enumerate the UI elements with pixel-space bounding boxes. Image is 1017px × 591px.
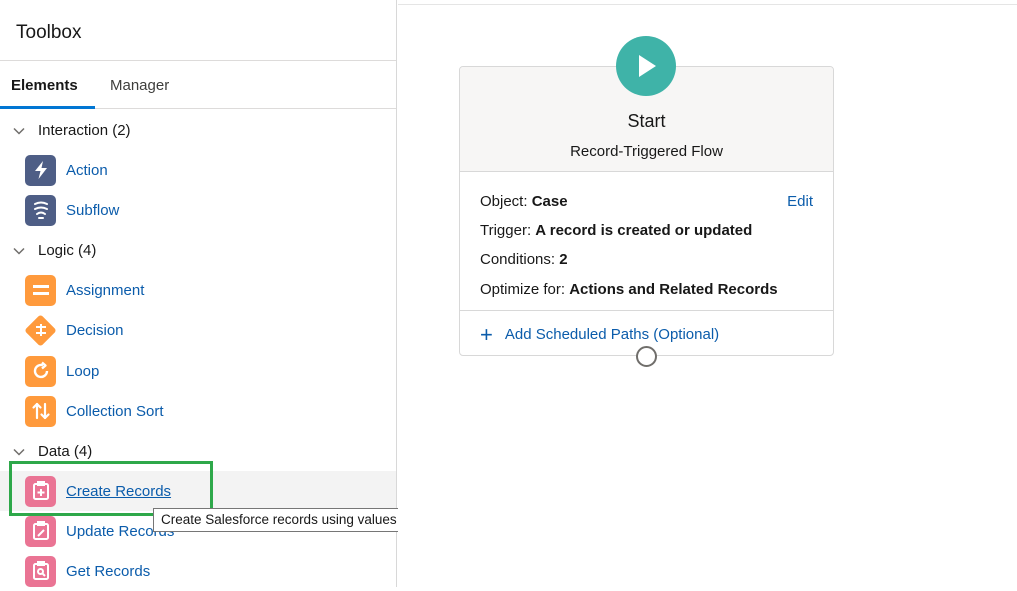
assignment-icon xyxy=(25,274,56,306)
property-label: Conditions: xyxy=(480,251,556,268)
start-play-icon xyxy=(616,36,676,96)
element-label: Assignment xyxy=(66,281,145,299)
section-logic[interactable]: Logic (4) xyxy=(12,242,96,259)
section-label: Data (4) xyxy=(38,443,93,460)
start-title: Start xyxy=(627,111,666,131)
decision-icon xyxy=(24,313,57,347)
property-value: 2 xyxy=(559,251,568,268)
property-object: Object: Case xyxy=(480,193,568,210)
get-record-icon xyxy=(25,555,56,587)
element-item-action[interactable]: Action xyxy=(0,150,396,190)
section-label: Logic (4) xyxy=(38,242,97,259)
element-label: Get Records xyxy=(66,562,151,580)
property-label: Object: xyxy=(480,193,528,210)
update-record-icon xyxy=(25,515,56,547)
chevron-down-icon xyxy=(12,445,26,459)
add-paths-label: Add Scheduled Paths (Optional) xyxy=(504,326,720,343)
divider xyxy=(460,310,833,311)
toolbox-tabs: Elements Manager xyxy=(0,61,396,109)
start-element-card[interactable]: Start Record-Triggered Flow Object: Case… xyxy=(459,66,834,356)
element-label: Action xyxy=(66,161,108,179)
section-data[interactable]: Data (4) xyxy=(12,443,92,460)
element-item-create-records[interactable]: Create Records xyxy=(0,471,396,511)
element-label: Collection Sort xyxy=(66,402,164,420)
section-interaction[interactable]: Interaction (2) xyxy=(12,122,131,139)
element-label: Decision xyxy=(66,321,124,339)
edit-link[interactable]: Edit xyxy=(787,193,813,210)
element-item-loop[interactable]: Loop xyxy=(0,351,396,391)
create-record-icon xyxy=(25,475,56,507)
element-item-subflow[interactable]: Subflow xyxy=(0,190,396,230)
element-item-decision[interactable]: Decision xyxy=(0,310,396,350)
sort-icon xyxy=(25,395,56,427)
tab-manager[interactable]: Manager xyxy=(110,77,169,94)
element-label: Subflow xyxy=(66,201,120,219)
property-value: Actions and Related Records xyxy=(569,281,778,298)
chevron-down-icon xyxy=(12,244,26,258)
element-label: Create Records xyxy=(66,482,172,500)
section-label: Interaction (2) xyxy=(38,122,131,139)
property-conditions: Conditions: 2 xyxy=(480,251,568,268)
chevron-down-icon xyxy=(12,124,26,138)
property-label: Trigger: xyxy=(480,222,532,239)
active-tab-indicator xyxy=(0,106,95,109)
tab-elements[interactable]: Elements xyxy=(11,77,78,94)
property-value: Case xyxy=(531,193,568,210)
lightning-icon xyxy=(25,154,56,186)
toolbox-title: Toolbox xyxy=(16,22,82,43)
property-trigger: Trigger: A record is created or updated xyxy=(480,222,752,239)
subflow-icon xyxy=(25,194,56,226)
property-value: A record is created or updated xyxy=(535,222,753,239)
plus-icon: + xyxy=(480,322,493,347)
property-label: Optimize for: xyxy=(480,281,566,298)
property-optimize: Optimize for: Actions and Related Record… xyxy=(480,281,778,298)
divider xyxy=(398,4,1017,5)
element-label: Loop xyxy=(66,362,100,380)
add-scheduled-paths-button[interactable]: + Add Scheduled Paths (Optional) xyxy=(480,322,720,347)
element-item-collection-sort[interactable]: Collection Sort xyxy=(0,391,396,431)
connector-node[interactable] xyxy=(636,346,657,367)
element-item-get-records[interactable]: Get Records xyxy=(0,551,396,591)
toolbox-panel: Toolbox Elements Manager Interaction (2)… xyxy=(0,0,397,587)
start-subtitle: Record-Triggered Flow xyxy=(570,143,723,160)
loop-icon xyxy=(25,355,56,387)
element-item-assignment[interactable]: Assignment xyxy=(0,270,396,310)
